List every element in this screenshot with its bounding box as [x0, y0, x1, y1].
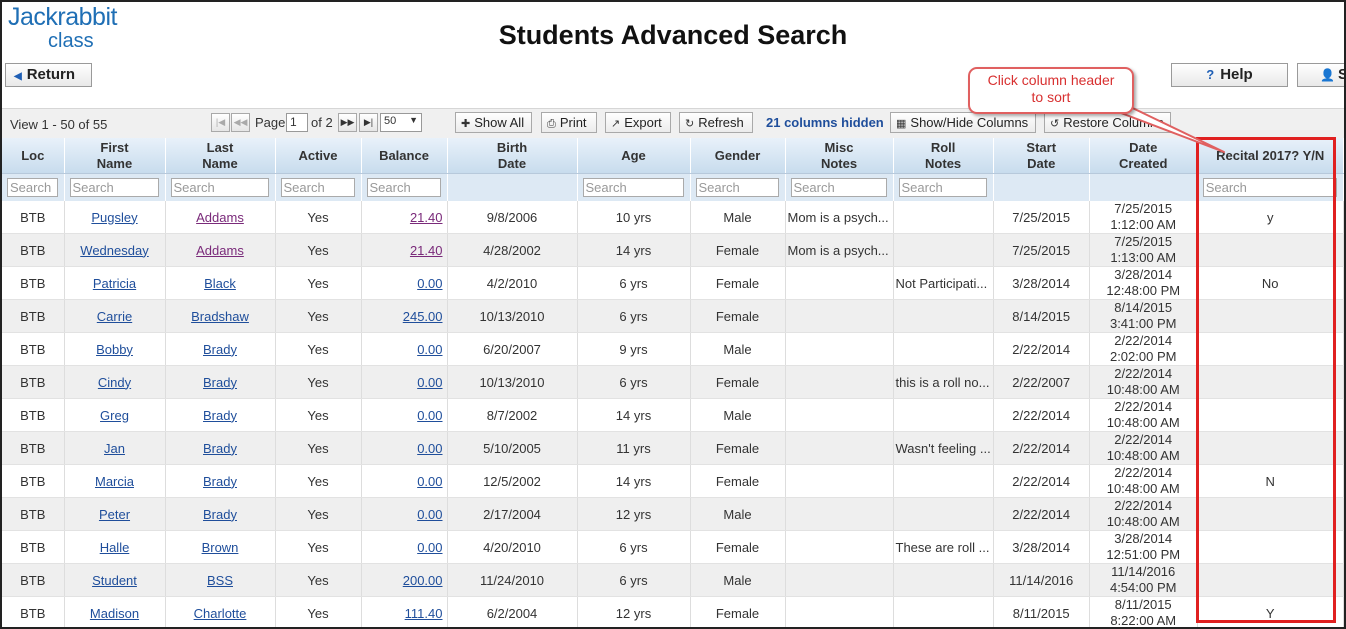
annotation-callout: Click column header to sort — [968, 67, 1134, 114]
app-window: Jackrabbit class Students Advanced Searc… — [0, 0, 1346, 629]
callout-arrow — [1091, 100, 1225, 153]
callout-text-line1: Click column header — [987, 72, 1115, 88]
callout-text-line2: to sort — [1031, 89, 1071, 105]
